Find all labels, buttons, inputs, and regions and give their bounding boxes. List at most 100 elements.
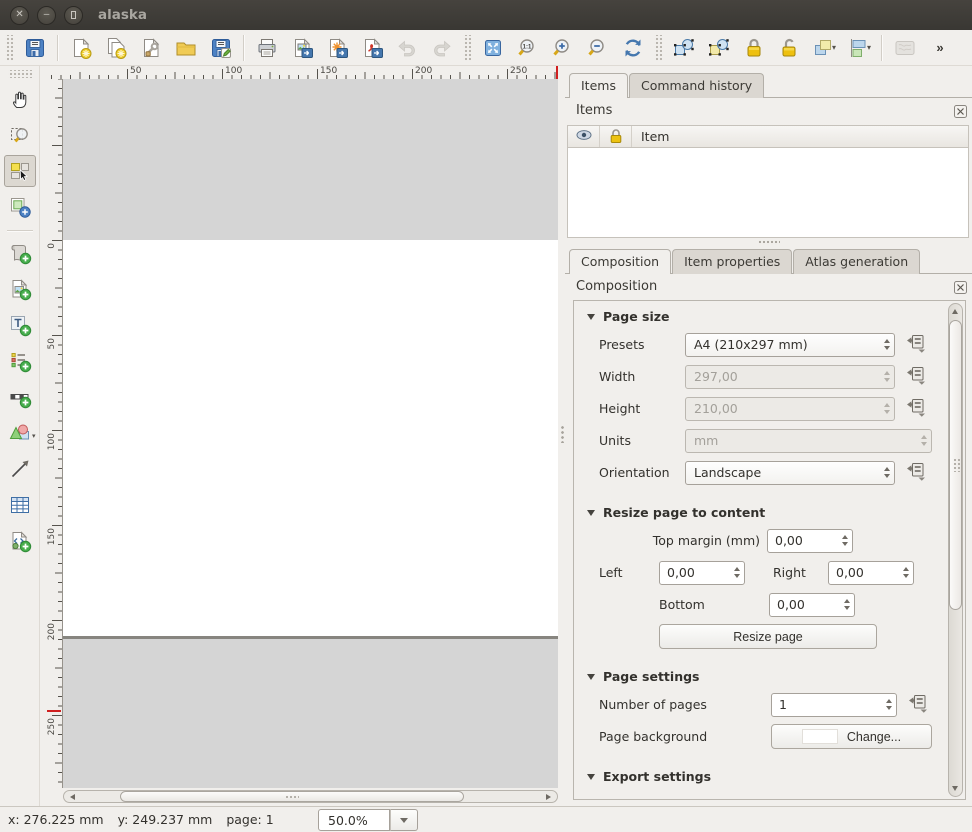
window-minimize-button[interactable]: –	[37, 6, 56, 25]
horizontal-scrollbar-thumb[interactable]	[120, 791, 464, 802]
zoom-full-button[interactable]	[476, 32, 509, 63]
load-from-template-button[interactable]	[169, 32, 202, 63]
zoom-level-combobox[interactable]: 50.0%	[318, 809, 418, 831]
toolbar-overflow-button[interactable]: »	[923, 32, 956, 63]
composition-panel-close-button[interactable]	[953, 281, 967, 295]
row-width: Width 297,00	[599, 364, 945, 389]
ruler-label: 250	[510, 66, 527, 76]
add-html-frame-button[interactable]	[4, 525, 36, 557]
composition-scrollbar[interactable]	[948, 303, 963, 797]
section-resize-page[interactable]: Resize page to content	[587, 505, 945, 520]
zoom-out-button[interactable]	[581, 32, 614, 63]
presets-combobox[interactable]: A4 (210x297 mm)	[685, 333, 895, 357]
units-combobox: mm	[685, 429, 932, 453]
zoom-tool-button[interactable]	[4, 119, 36, 151]
select-move-item-tool-button[interactable]	[4, 155, 36, 187]
toolbar-separator	[881, 35, 882, 61]
tab-item-properties[interactable]: Item properties	[672, 249, 792, 274]
scroll-up-icon[interactable]	[952, 309, 958, 314]
width-data-defined-button[interactable]	[902, 365, 928, 389]
left-margin-spinbox[interactable]: 0,00	[659, 561, 745, 585]
export-as-pdf-button[interactable]	[355, 32, 388, 63]
refresh-view-button[interactable]	[616, 32, 649, 63]
toolbar-drag-handle[interactable]	[463, 35, 471, 61]
presets-data-defined-button[interactable]	[902, 333, 928, 357]
add-new-map-button[interactable]	[4, 237, 36, 269]
unlock-all-items-button[interactable]	[772, 32, 805, 63]
window-close-button[interactable]: ✕	[10, 6, 29, 25]
tab-composition[interactable]: Composition	[569, 249, 671, 274]
raise-selected-items-button[interactable]: ▾	[807, 32, 840, 63]
close-icon	[954, 106, 967, 121]
align-selected-items-button[interactable]: ▾	[842, 32, 875, 63]
add-shape-button[interactable]: ▾	[4, 417, 36, 449]
select-all-items-button[interactable]	[667, 32, 700, 63]
add-arrow-icon	[8, 457, 32, 481]
composition-manager-button[interactable]	[134, 32, 167, 63]
add-new-legend-button[interactable]	[4, 345, 36, 377]
export-pdf-icon	[360, 36, 384, 60]
right-margin-spinbox[interactable]: 0,00	[828, 561, 914, 585]
add-new-label-button[interactable]	[4, 309, 36, 341]
toolbar-drag-handle[interactable]	[654, 35, 662, 61]
add-image-button[interactable]	[4, 273, 36, 305]
page-background-change-button[interactable]: Change...	[771, 724, 932, 749]
tab-atlas-generation[interactable]: Atlas generation	[793, 249, 920, 274]
row-number-of-pages: Number of pages 1	[599, 692, 945, 717]
tab-items[interactable]: Items	[569, 73, 628, 98]
move-item-content-tool-button[interactable]	[4, 191, 36, 223]
lock-icon	[742, 36, 766, 60]
lock-selected-items-button[interactable]	[737, 32, 770, 63]
bottom-margin-spinbox[interactable]: 0,00	[769, 593, 855, 617]
pan-tool-button[interactable]	[4, 83, 36, 115]
deselect-all-icon	[707, 36, 731, 60]
items-panel-close-button[interactable]	[953, 105, 967, 119]
add-arrow-button[interactable]	[4, 453, 36, 485]
export-as-image-button[interactable]	[285, 32, 318, 63]
add-attribute-table-button[interactable]	[4, 489, 36, 521]
export-as-svg-button[interactable]	[320, 32, 353, 63]
window-maximize-button[interactable]	[64, 6, 83, 25]
composition-canvas[interactable]	[63, 79, 558, 788]
spin-arrows-icon	[844, 599, 850, 610]
row-top-margin: Top margin (mm) 0,00	[574, 528, 945, 553]
tab-command-history[interactable]: Command history	[629, 73, 764, 98]
top-margin-spinbox[interactable]: 0,00	[767, 529, 853, 553]
chevron-down-icon: ▾	[832, 43, 836, 52]
composition-scrollbar-thumb[interactable]	[949, 320, 962, 610]
scroll-left-icon[interactable]	[70, 794, 75, 800]
save-project-button[interactable]	[18, 32, 51, 63]
section-page-size[interactable]: Page size	[587, 309, 945, 324]
scroll-right-icon[interactable]	[546, 794, 551, 800]
orientation-combobox[interactable]: Landscape	[685, 461, 895, 485]
zoom-actual-size-button[interactable]: 1:1	[511, 32, 544, 63]
pages-data-defined-button[interactable]	[904, 693, 930, 717]
add-new-scalebar-button[interactable]	[4, 381, 36, 413]
items-table[interactable]: Item	[567, 125, 969, 238]
section-page-settings[interactable]: Page settings	[587, 669, 945, 684]
collapse-arrow-icon	[587, 674, 595, 680]
number-of-pages-spinbox[interactable]: 1	[771, 693, 897, 717]
horizontal-scrollbar[interactable]	[63, 790, 558, 803]
orientation-data-defined-button[interactable]	[902, 461, 928, 485]
toolbar-separator	[7, 230, 33, 231]
new-composition-button[interactable]	[64, 32, 97, 63]
items-splitter-handle[interactable]	[758, 240, 780, 245]
section-export-settings[interactable]: Export settings	[587, 769, 945, 784]
scroll-down-icon[interactable]	[952, 786, 958, 791]
composition-page[interactable]	[63, 240, 558, 636]
zoom-level-dropdown-button[interactable]	[390, 809, 418, 831]
duplicate-composition-button[interactable]	[99, 32, 132, 63]
save-as-template-button[interactable]	[204, 32, 237, 63]
toolbar-drag-handle[interactable]	[5, 35, 13, 61]
resize-page-button[interactable]: Resize page	[659, 624, 877, 649]
zoom-in-button[interactable]	[546, 32, 579, 63]
print-button[interactable]	[250, 32, 283, 63]
zoom-in-icon	[551, 36, 575, 60]
ruler-label: 250	[47, 718, 57, 735]
deselect-all-items-button[interactable]	[702, 32, 735, 63]
toolbar-drag-handle[interactable]	[8, 70, 32, 78]
zoom-level-value[interactable]: 50.0%	[318, 809, 390, 831]
height-data-defined-button[interactable]	[902, 397, 928, 421]
refresh-icon	[621, 36, 645, 60]
